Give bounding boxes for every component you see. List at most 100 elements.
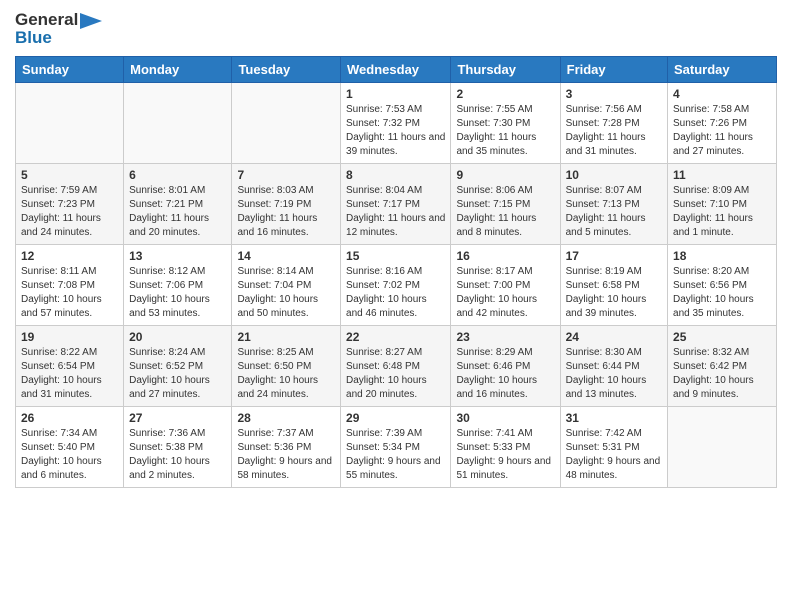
calendar-cell-w3-d5: 16Sunrise: 8:17 AMSunset: 7:00 PMDayligh… — [451, 245, 560, 326]
day-info: Sunrise: 7:53 AMSunset: 7:32 PMDaylight:… — [346, 103, 445, 159]
day-info: Sunrise: 7:58 AMSunset: 7:26 PMDaylight:… — [673, 103, 771, 159]
header-monday: Monday — [124, 57, 232, 83]
calendar-cell-w1-d6: 3 Sunrise: 7:56 AMSunset: 7:28 PMDaylight… — [560, 83, 667, 164]
day-number: 9 — [456, 168, 554, 182]
logo-text-block: General Blue — [15, 10, 102, 48]
day-number: 20 — [129, 330, 226, 344]
day-number: 31 — [566, 411, 662, 425]
calendar-cell-w5-d7 — [668, 407, 777, 488]
day-number: 23 — [456, 330, 554, 344]
calendar-table: Sunday Monday Tuesday Wednesday Thursday… — [15, 56, 777, 488]
header-wednesday: Wednesday — [341, 57, 451, 83]
day-number: 16 — [456, 249, 554, 263]
calendar-week-1: 1 Sunrise: 7:53 AMSunset: 7:32 PMDaylight… — [16, 83, 777, 164]
day-info: Sunrise: 8:16 AMSunset: 7:02 PMDaylight:… — [346, 265, 445, 321]
calendar-cell-w5-d4: 29Sunrise: 7:39 AMSunset: 5:34 PMDayligh… — [341, 407, 451, 488]
day-number: 27 — [129, 411, 226, 425]
day-info: Sunrise: 7:36 AMSunset: 5:38 PMDaylight:… — [129, 427, 226, 483]
calendar-cell-w3-d6: 17Sunrise: 8:19 AMSunset: 6:58 PMDayligh… — [560, 245, 667, 326]
calendar-cell-w1-d4: 1 Sunrise: 7:53 AMSunset: 7:32 PMDaylight… — [341, 83, 451, 164]
calendar-week-3: 12 Sunrise: 8:11 AMSunset: 7:08 PMDayligh… — [16, 245, 777, 326]
day-info: Sunrise: 8:19 AMSunset: 6:58 PMDaylight:… — [566, 265, 662, 321]
calendar-cell-w5-d1: 26 Sunrise: 7:34 AMSunset: 5:40 PMDayligh… — [16, 407, 124, 488]
calendar-cell-w5-d6: 31 Sunrise: 7:42 AMSunset: 5:31 PMDayligh… — [560, 407, 667, 488]
calendar-cell-w3-d1: 12 Sunrise: 8:11 AMSunset: 7:08 PMDayligh… — [16, 245, 124, 326]
header-sunday: Sunday — [16, 57, 124, 83]
day-number: 19 — [21, 330, 118, 344]
logo-general-text: General — [15, 10, 78, 30]
day-info: Sunrise: 7:34 AMSunset: 5:40 PMDaylight:… — [21, 427, 118, 483]
calendar-cell-w5-d2: 27 Sunrise: 7:36 AMSunset: 5:38 PMDayligh… — [124, 407, 232, 488]
calendar-cell-w5-d3: 28 Sunrise: 7:37 AMSunset: 5:36 PMDayligh… — [232, 407, 341, 488]
day-number: 7 — [237, 168, 335, 182]
header-thursday: Thursday — [451, 57, 560, 83]
day-number: 15 — [346, 249, 445, 263]
day-info: Sunrise: 8:01 AMSunset: 7:21 PMDaylight:… — [129, 184, 226, 240]
day-number: 25 — [673, 330, 771, 344]
calendar-cell-w5-d5: 30Sunrise: 7:41 AMSunset: 5:33 PMDayligh… — [451, 407, 560, 488]
calendar-cell-w1-d5: 2 Sunrise: 7:55 AMSunset: 7:30 PMDaylight… — [451, 83, 560, 164]
day-info: Sunrise: 7:55 AMSunset: 7:30 PMDaylight:… — [456, 103, 554, 159]
calendar-cell-w1-d1 — [16, 83, 124, 164]
day-info: Sunrise: 8:03 AMSunset: 7:19 PMDaylight:… — [237, 184, 335, 240]
day-info: Sunrise: 8:30 AMSunset: 6:44 PMDaylight:… — [566, 346, 662, 402]
day-info: Sunrise: 7:56 AMSunset: 7:28 PMDaylight:… — [566, 103, 662, 159]
header-saturday: Saturday — [668, 57, 777, 83]
logo-arrow-icon — [80, 13, 102, 29]
day-info: Sunrise: 7:37 AMSunset: 5:36 PMDaylight:… — [237, 427, 335, 483]
calendar-cell-w2-d1: 5 Sunrise: 7:59 AMSunset: 7:23 PMDaylight… — [16, 164, 124, 245]
day-info: Sunrise: 7:41 AMSunset: 5:33 PMDaylight:… — [456, 427, 554, 483]
calendar-cell-w2-d5: 9Sunrise: 8:06 AMSunset: 7:15 PMDaylight… — [451, 164, 560, 245]
day-info: Sunrise: 8:24 AMSunset: 6:52 PMDaylight:… — [129, 346, 226, 402]
calendar-cell-w2-d3: 7 Sunrise: 8:03 AMSunset: 7:19 PMDaylight… — [232, 164, 341, 245]
calendar-cell-w3-d7: 18 Sunrise: 8:20 AMSunset: 6:56 PMDayligh… — [668, 245, 777, 326]
day-info: Sunrise: 7:42 AMSunset: 5:31 PMDaylight:… — [566, 427, 662, 483]
calendar-cell-w1-d3 — [232, 83, 341, 164]
page: General Blue Sunday Monday Tuesday Wedne… — [0, 0, 792, 612]
calendar-cell-w3-d4: 15 Sunrise: 8:16 AMSunset: 7:02 PMDayligh… — [341, 245, 451, 326]
calendar-cell-w4-d6: 24 Sunrise: 8:30 AMSunset: 6:44 PMDayligh… — [560, 326, 667, 407]
calendar-week-2: 5 Sunrise: 7:59 AMSunset: 7:23 PMDaylight… — [16, 164, 777, 245]
day-number: 12 — [21, 249, 118, 263]
calendar-cell-w1-d7: 4 Sunrise: 7:58 AMSunset: 7:26 PMDaylight… — [668, 83, 777, 164]
day-number: 11 — [673, 168, 771, 182]
day-number: 28 — [237, 411, 335, 425]
calendar-cell-w4-d7: 25Sunrise: 8:32 AMSunset: 6:42 PMDayligh… — [668, 326, 777, 407]
day-number: 5 — [21, 168, 118, 182]
day-info: Sunrise: 8:29 AMSunset: 6:46 PMDaylight:… — [456, 346, 554, 402]
calendar-cell-w3-d2: 13Sunrise: 8:12 AMSunset: 7:06 PMDayligh… — [124, 245, 232, 326]
day-info: Sunrise: 8:20 AMSunset: 6:56 PMDaylight:… — [673, 265, 771, 321]
logo-container: General Blue — [15, 10, 102, 48]
day-info: Sunrise: 8:22 AMSunset: 6:54 PMDaylight:… — [21, 346, 118, 402]
calendar-cell-w4-d4: 22Sunrise: 8:27 AMSunset: 6:48 PMDayligh… — [341, 326, 451, 407]
header-tuesday: Tuesday — [232, 57, 341, 83]
calendar-cell-w4-d5: 23 Sunrise: 8:29 AMSunset: 6:46 PMDayligh… — [451, 326, 560, 407]
calendar-cell-w2-d2: 6 Sunrise: 8:01 AMSunset: 7:21 PMDaylight… — [124, 164, 232, 245]
day-number: 14 — [237, 249, 335, 263]
day-number: 3 — [566, 87, 662, 101]
day-info: Sunrise: 8:11 AMSunset: 7:08 PMDaylight:… — [21, 265, 118, 321]
logo-blue-text: Blue — [15, 28, 102, 48]
logo: General Blue — [15, 10, 102, 48]
day-info: Sunrise: 8:04 AMSunset: 7:17 PMDaylight:… — [346, 184, 445, 240]
day-number: 6 — [129, 168, 226, 182]
day-number: 2 — [456, 87, 554, 101]
calendar-cell-w1-d2 — [124, 83, 232, 164]
day-info: Sunrise: 8:25 AMSunset: 6:50 PMDaylight:… — [237, 346, 335, 402]
day-info: Sunrise: 7:59 AMSunset: 7:23 PMDaylight:… — [21, 184, 118, 240]
header-friday: Friday — [560, 57, 667, 83]
day-number: 18 — [673, 249, 771, 263]
day-info: Sunrise: 8:09 AMSunset: 7:10 PMDaylight:… — [673, 184, 771, 240]
day-number: 4 — [673, 87, 771, 101]
calendar-cell-w4-d1: 19 Sunrise: 8:22 AMSunset: 6:54 PMDayligh… — [16, 326, 124, 407]
calendar-cell-w4-d2: 20 Sunrise: 8:24 AMSunset: 6:52 PMDayligh… — [124, 326, 232, 407]
day-number: 24 — [566, 330, 662, 344]
header: General Blue — [15, 10, 777, 48]
day-number: 22 — [346, 330, 445, 344]
calendar-cell-w3-d3: 14Sunrise: 8:14 AMSunset: 7:04 PMDayligh… — [232, 245, 341, 326]
day-info: Sunrise: 8:07 AMSunset: 7:13 PMDaylight:… — [566, 184, 662, 240]
calendar-week-5: 26 Sunrise: 7:34 AMSunset: 5:40 PMDayligh… — [16, 407, 777, 488]
day-number: 1 — [346, 87, 445, 101]
day-number: 26 — [21, 411, 118, 425]
day-info: Sunrise: 8:12 AMSunset: 7:06 PMDaylight:… — [129, 265, 226, 321]
